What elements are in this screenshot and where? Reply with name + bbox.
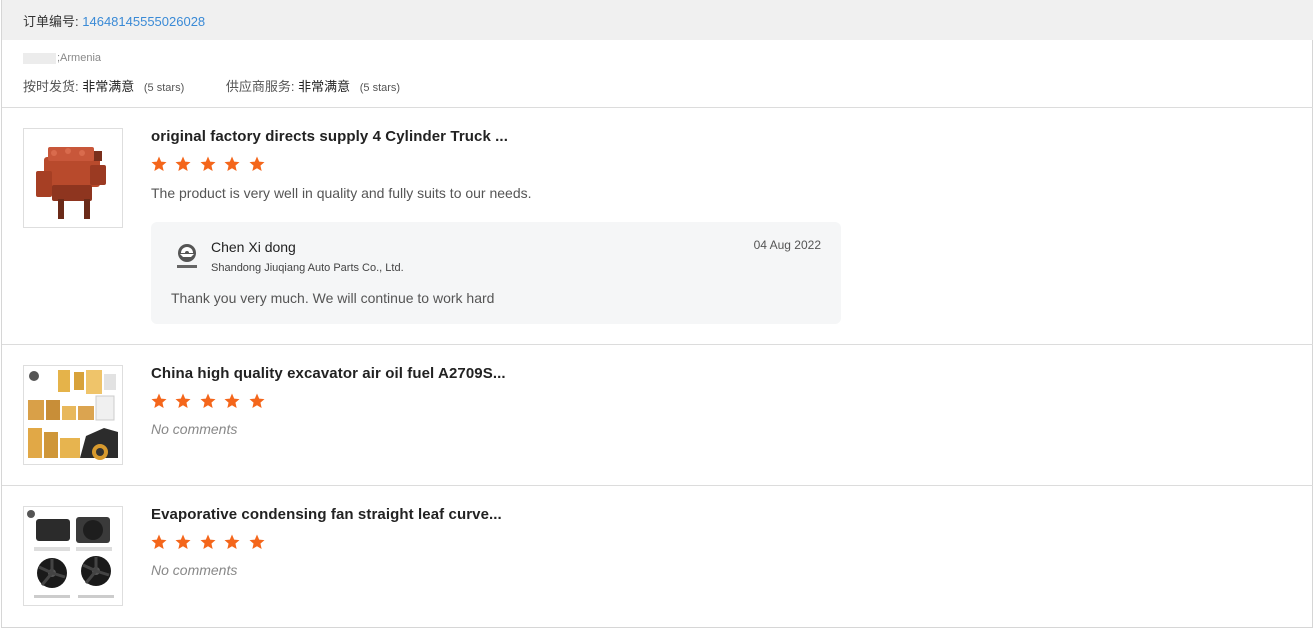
order-review-panel: 订单编号: 14648145555026028 ;Armenia 按时发货: 非… [1, 0, 1313, 628]
filters-excavator-photo-icon[interactable] [23, 365, 123, 465]
star-icon [200, 534, 216, 549]
reply-author-name: Chen Xi dong [211, 239, 296, 255]
star-icon [249, 156, 265, 171]
star-icon [249, 534, 265, 549]
star-icon [224, 534, 240, 549]
star-icon [200, 393, 216, 408]
engine-photo-icon[interactable] [23, 128, 123, 228]
buyer-country: ;Armenia [57, 52, 102, 64]
review-item: Evaporative condensing fan straight leaf… [23, 506, 1293, 606]
reply-date: 04 Aug 2022 [753, 238, 821, 252]
rating-value: 非常满意 [82, 79, 135, 94]
rating-stars-text: (5 stars) [359, 82, 401, 94]
product-title-link[interactable]: original factory directs supply 4 Cylind… [151, 128, 508, 145]
order-number-row: 订单编号: 14648145555026028 [23, 11, 205, 30]
star-icon [175, 393, 191, 408]
product-title-link[interactable]: China high quality excavator air oil fue… [151, 365, 506, 382]
star-icon [175, 534, 191, 549]
rating-shipping: 按时发货: 非常满意 (5 stars) [23, 76, 184, 95]
review-comment: No comments [151, 562, 238, 578]
rating-value: 非常满意 [298, 79, 351, 94]
buyer-info: ;Armenia [23, 52, 101, 64]
reply-text: Thank you very much. We will continue to… [171, 290, 495, 306]
star-icon [224, 156, 240, 171]
star-icon [200, 156, 216, 171]
divider [2, 107, 1313, 108]
star-icon [175, 156, 191, 171]
product-rating-stars [150, 533, 268, 553]
order-ratings: 按时发货: 非常满意 (5 stars) 供应商服务: 非常满意 (5 star… [23, 76, 400, 95]
buyer-name-redacted [23, 52, 56, 64]
review-comment: The product is very well in quality and … [151, 185, 532, 201]
rating-label: 按时发货: [23, 79, 79, 94]
reply-company: Shandong Jiuqiang Auto Parts Co., Ltd. [211, 262, 404, 274]
divider [2, 344, 1313, 345]
supplier-reply: Chen Xi dong Shandong Jiuqiang Auto Part… [151, 222, 841, 324]
star-icon [249, 393, 265, 408]
star-icon [151, 393, 167, 408]
order-header: 订单编号: 14648145555026028 [2, 0, 1313, 40]
star-icon [224, 393, 240, 408]
review-comment: No comments [151, 421, 238, 437]
rating-stars-text: (5 stars) [143, 82, 185, 94]
order-number-label: 订单编号: [23, 14, 79, 29]
review-item: original factory directs supply 4 Cylind… [23, 128, 1293, 328]
review-item: China high quality excavator air oil fue… [23, 365, 1293, 465]
star-icon [151, 534, 167, 549]
rating-label: 供应商服务: [225, 79, 295, 94]
product-rating-stars [150, 155, 268, 175]
jiuqiang-logo-icon [173, 242, 201, 270]
product-title-link[interactable]: Evaporative condensing fan straight leaf… [151, 506, 502, 523]
divider [2, 485, 1313, 486]
product-rating-stars [150, 392, 268, 412]
fans-photo-icon[interactable] [23, 506, 123, 606]
rating-supplier-service: 供应商服务: 非常满意 (5 stars) [226, 76, 400, 95]
star-icon [151, 156, 167, 171]
order-number-link[interactable]: 14648145555026028 [82, 14, 205, 29]
